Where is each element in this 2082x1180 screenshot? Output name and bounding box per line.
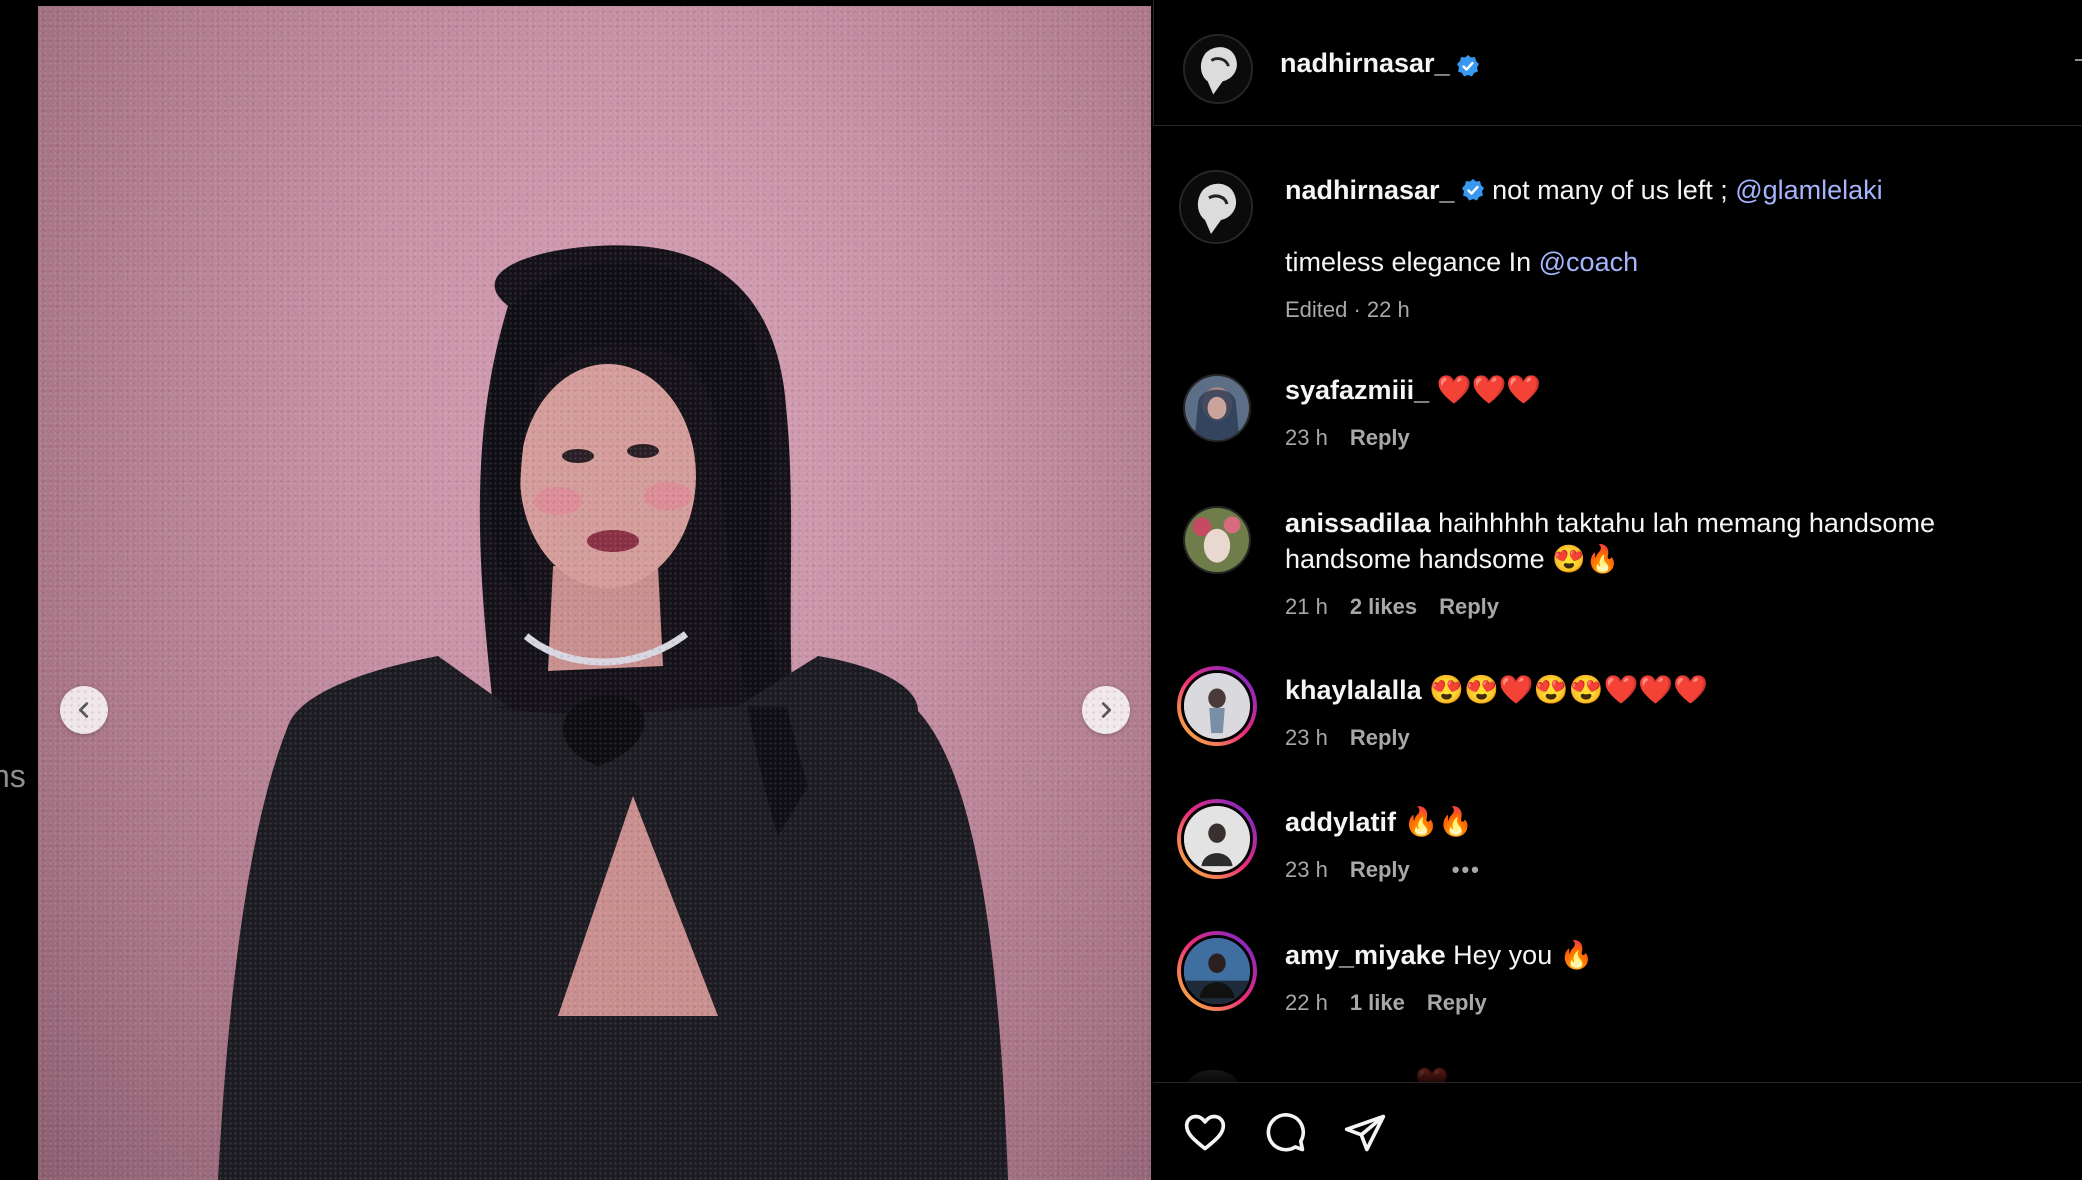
post-header: nadhirnasar_: [1153, 0, 2082, 126]
chevron-right-icon: [1101, 702, 1112, 718]
avatar-image: [1184, 806, 1250, 872]
caption-username[interactable]: nadhirnasar_: [1285, 175, 1455, 205]
reply-button[interactable]: Reply: [1350, 720, 1410, 756]
share-icon: [1344, 1114, 1386, 1152]
verified-badge-icon: [1461, 178, 1484, 201]
verified-badge-icon: [1456, 54, 1479, 77]
comment-likes[interactable]: 1 like: [1350, 985, 1405, 1021]
heart-icon: [1184, 1114, 1226, 1151]
avatar-image: [1181, 172, 1251, 242]
reply-button[interactable]: Reply: [1427, 985, 1487, 1021]
avatar-image: [1185, 36, 1251, 102]
comment-username[interactable]: amy_miyake: [1285, 940, 1446, 970]
comment-options-button[interactable]: •••: [1452, 852, 1481, 888]
reply-button[interactable]: Reply: [1350, 852, 1410, 888]
comment-time[interactable]: 23 h: [1285, 720, 1328, 756]
caption-text-2: timeless elegance In: [1285, 247, 1539, 277]
sidebar-label-fragment[interactable]: ns: [0, 758, 26, 795]
previous-photo-button[interactable]: [60, 686, 108, 734]
comment-item: anissadilaa haihhhhh taktahu lah memang …: [1285, 505, 2045, 625]
comment-text: Hey you 🔥: [1453, 940, 1594, 970]
comment-item: khaylalalla 😍😍❤️😍😍❤️❤️❤️ 23 h Reply: [1285, 672, 2045, 756]
comment-username[interactable]: anissadilaa: [1285, 508, 1431, 538]
comment-time[interactable]: 23 h: [1285, 852, 1328, 888]
comment-item: syafazmiii_ ❤️❤️❤️ 23 h Reply: [1285, 372, 2045, 456]
post-media[interactable]: [38, 6, 1151, 1180]
comment-username[interactable]: addylatif: [1285, 807, 1396, 837]
comment-time[interactable]: 22 h: [1285, 985, 1328, 1021]
comment-username[interactable]: syafazmiii_: [1285, 375, 1429, 405]
comment-button[interactable]: [1263, 1111, 1307, 1155]
next-photo-button[interactable]: [1082, 686, 1130, 734]
avatar-image: [1184, 673, 1250, 739]
avatar-image: [1184, 938, 1250, 1004]
like-button[interactable]: [1183, 1111, 1227, 1155]
commenter-avatar-story-ring[interactable]: [1177, 666, 1257, 746]
caption-text: not many of us left ;: [1492, 175, 1736, 205]
caption-meta: Edited · 22 h: [1285, 297, 1410, 322]
caption-author-avatar[interactable]: [1179, 170, 1253, 244]
commenter-avatar[interactable]: [1183, 374, 1251, 442]
commenter-avatar[interactable]: [1183, 506, 1251, 574]
caption-mention-link[interactable]: @glamlelaki: [1735, 175, 1882, 205]
chevron-edge-icon: [2075, 59, 2082, 61]
reply-button[interactable]: Reply: [1439, 589, 1499, 625]
post-details-panel: nadhirnasar_ nadhirnasar_ not many of us…: [1153, 0, 2082, 1180]
comment-text: 😍😍❤️😍😍❤️❤️❤️: [1429, 674, 1709, 705]
chevron-left-icon: [78, 702, 89, 718]
comment-text: ❤️❤️❤️: [1436, 374, 1542, 405]
reply-button[interactable]: Reply: [1350, 420, 1410, 456]
avatar-image: [1185, 376, 1249, 440]
comment-likes[interactable]: 2 likes: [1350, 589, 1417, 625]
post-photo: [218, 245, 1008, 1180]
comment-item: amy_miyake Hey you 🔥 22 h 1 like Reply: [1285, 937, 2045, 1021]
post-caption: nadhirnasar_ not many of us left ; @glam…: [1285, 172, 2045, 322]
comment-text: 🔥🔥: [1403, 806, 1474, 837]
comment-username[interactable]: khaylalalla: [1285, 675, 1422, 705]
caption-line-2: timeless elegance In @coach: [1285, 244, 1638, 280]
caption-mention-link-2[interactable]: @coach: [1539, 247, 1638, 277]
comment-icon: [1266, 1113, 1306, 1152]
avatar-image: [1185, 508, 1249, 572]
scroll-fade: [1153, 1040, 2082, 1082]
commenter-avatar-story-ring[interactable]: [1177, 931, 1257, 1011]
author-name-row[interactable]: nadhirnasar_: [1280, 48, 1480, 80]
comment-item: addylatif 🔥🔥 23 h Reply •••: [1285, 804, 2045, 888]
share-button[interactable]: [1343, 1111, 1387, 1155]
post-actions-bar: [1153, 1082, 2082, 1180]
author-username[interactable]: nadhirnasar_: [1280, 48, 1450, 78]
comment-time[interactable]: 23 h: [1285, 420, 1328, 456]
comment-time[interactable]: 21 h: [1285, 589, 1328, 625]
author-avatar[interactable]: [1183, 34, 1253, 104]
commenter-avatar-story-ring[interactable]: [1177, 799, 1257, 879]
